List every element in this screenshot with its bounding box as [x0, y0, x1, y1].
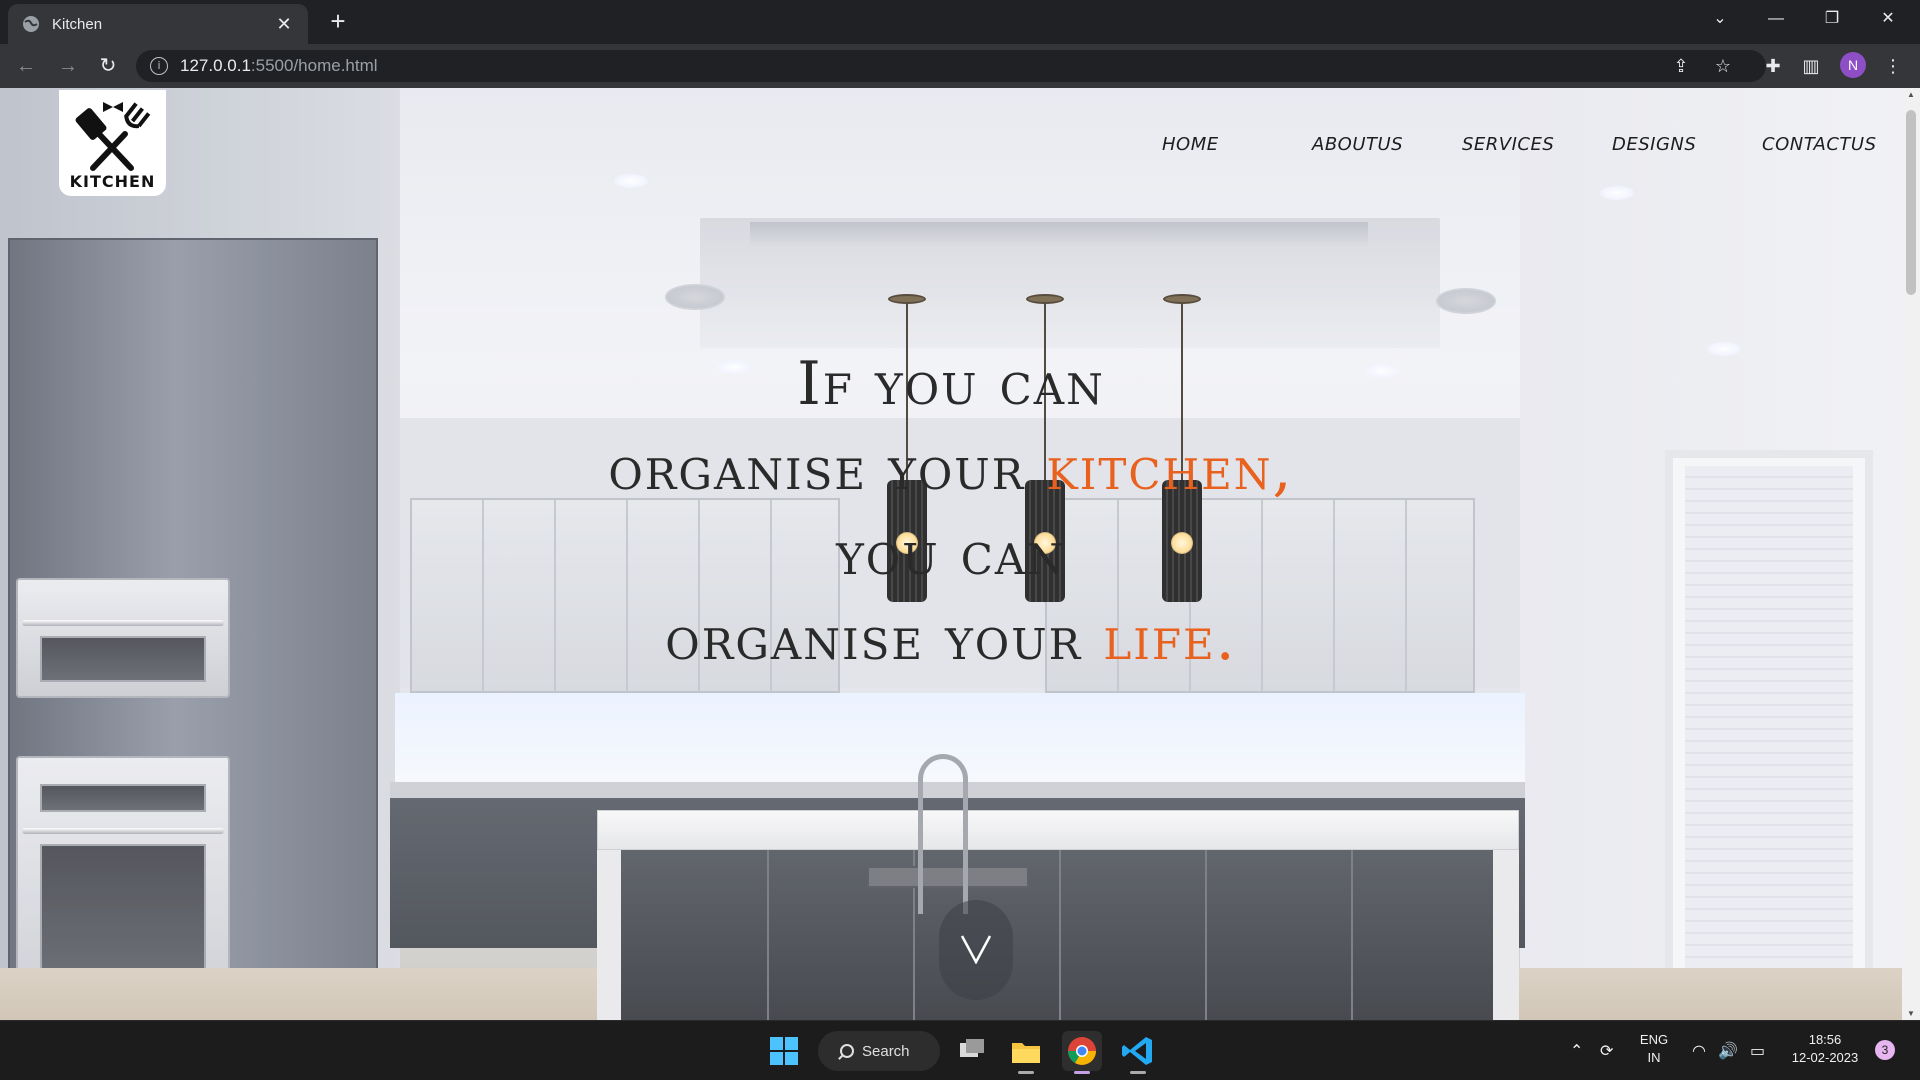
extensions-icon[interactable]: ✚ [1760, 53, 1786, 79]
clock-time: 18:56 [1808, 1032, 1842, 1047]
share-icon[interactable]: ⇪ [1668, 53, 1694, 79]
taskbar-search-label: Search [862, 1042, 910, 1060]
profile-avatar[interactable]: N [1840, 52, 1866, 78]
clock-date: 12-02-2023 [1791, 1050, 1859, 1065]
chevron-down-icon[interactable]: ⌄ [1692, 0, 1748, 38]
restore-icon[interactable]: ❐ [1804, 0, 1860, 38]
url-path: :5500/home.html [250, 56, 378, 75]
sync-icon[interactable]: ⟳ [1600, 1041, 1613, 1061]
minimize-icon[interactable]: — [1748, 0, 1804, 38]
tab-title: Kitchen [52, 15, 103, 33]
reload-icon[interactable]: ↻ [94, 52, 122, 80]
hero-line-3: you can [836, 519, 1066, 589]
hero-headline: If you can organise your kitchen, you ca… [0, 342, 1902, 682]
hero-line-2-text: organise your [608, 434, 1047, 504]
language-indicator[interactable]: ENG IN [1636, 1031, 1672, 1067]
windows-start-icon[interactable] [764, 1031, 804, 1071]
nav-services[interactable]: SERVICES [1462, 134, 1612, 155]
chevron-up-icon[interactable]: ⌃ [1570, 1041, 1583, 1061]
file-explorer-icon[interactable] [1006, 1031, 1046, 1071]
new-tab-button[interactable]: + [322, 6, 354, 38]
hero-line-1: If you can [797, 349, 1105, 419]
address-bar[interactable]: i 127.0.0.1:5500/home.html [136, 50, 1766, 82]
chevron-down-icon [960, 935, 992, 964]
nav-aboutus[interactable]: ABOUTUS [1312, 134, 1462, 155]
nav-home[interactable]: HOME [1162, 134, 1312, 155]
explorer-active-indicator [1018, 1071, 1034, 1074]
scroll-up-arrow-icon[interactable]: ▲ [1906, 90, 1916, 99]
page-scrollbar[interactable]: ▲ ▼ [1902, 88, 1920, 1020]
forward-arrow-icon[interactable]: → [54, 52, 82, 80]
chef-utensils-icon [75, 102, 151, 171]
search-icon [840, 1044, 854, 1058]
close-icon[interactable]: ✕ [274, 14, 294, 35]
site-info-icon[interactable]: i [150, 57, 168, 75]
page-viewport: KITCHEN HOME ABOUTUS SERVICES DESIGNS CO… [0, 88, 1902, 1020]
scroll-down-button[interactable] [939, 900, 1013, 1000]
task-view-icon[interactable] [952, 1031, 992, 1071]
taskbar-search[interactable]: Search [818, 1031, 940, 1071]
tab-bar: Kitchen ✕ + ⌄ — ❐ ✕ [0, 0, 1920, 44]
globe-icon [23, 16, 39, 32]
wifi-icon[interactable]: ◠ [1692, 1041, 1706, 1061]
window-close-icon[interactable]: ✕ [1860, 0, 1916, 38]
star-icon[interactable]: ☆ [1710, 53, 1736, 79]
scrollbar-thumb[interactable] [1906, 110, 1916, 295]
nav-contactus[interactable]: CONTACTUS [1762, 134, 1876, 155]
hero-line-4-text: organise your [665, 604, 1104, 674]
back-arrow-icon[interactable]: ← [12, 52, 40, 80]
hero-accent-life: life. [1103, 604, 1237, 674]
region-code: IN [1647, 1050, 1661, 1065]
logo-text: KITCHEN [69, 172, 156, 191]
scroll-down-arrow-icon[interactable]: ▼ [1906, 1009, 1916, 1018]
hero-line-2: organise your kitchen, [0, 427, 1902, 512]
side-panel-icon[interactable]: ▥ [1798, 53, 1824, 79]
more-menu-icon[interactable]: ⋮ [1880, 53, 1906, 79]
clock[interactable]: 18:56 12-02-2023 [1784, 1031, 1866, 1067]
vscode-icon[interactable] [1118, 1031, 1158, 1071]
chrome-icon[interactable] [1062, 1031, 1102, 1071]
main-nav: HOME ABOUTUS SERVICES DESIGNS CONTACTUS [1162, 134, 1876, 155]
hero-line-4: organise your life. [0, 597, 1902, 682]
battery-icon[interactable]: ▭ [1750, 1041, 1765, 1061]
chrome-active-indicator [1074, 1071, 1090, 1074]
hero-accent-kitchen: kitchen, [1046, 434, 1294, 504]
windows-taskbar: Search ⌃ ⟳ ENG IN ◠ 🔊 ▭ 18:56 12-02-2023 [0, 1020, 1920, 1080]
url-host: 127.0.0.1 [180, 56, 251, 75]
notification-badge[interactable]: 3 [1875, 1040, 1895, 1060]
vscode-active-indicator [1130, 1071, 1146, 1074]
browser-toolbar: ← → ↻ i 127.0.0.1:5500/home.html ⇪ ☆ ✚ ▥… [0, 44, 1920, 88]
nav-designs[interactable]: DESIGNS [1612, 134, 1762, 155]
site-logo[interactable]: KITCHEN [59, 90, 166, 196]
language-code: ENG [1639, 1032, 1669, 1047]
browser-tab[interactable]: Kitchen ✕ [8, 4, 308, 44]
volume-icon[interactable]: 🔊 [1718, 1041, 1738, 1061]
